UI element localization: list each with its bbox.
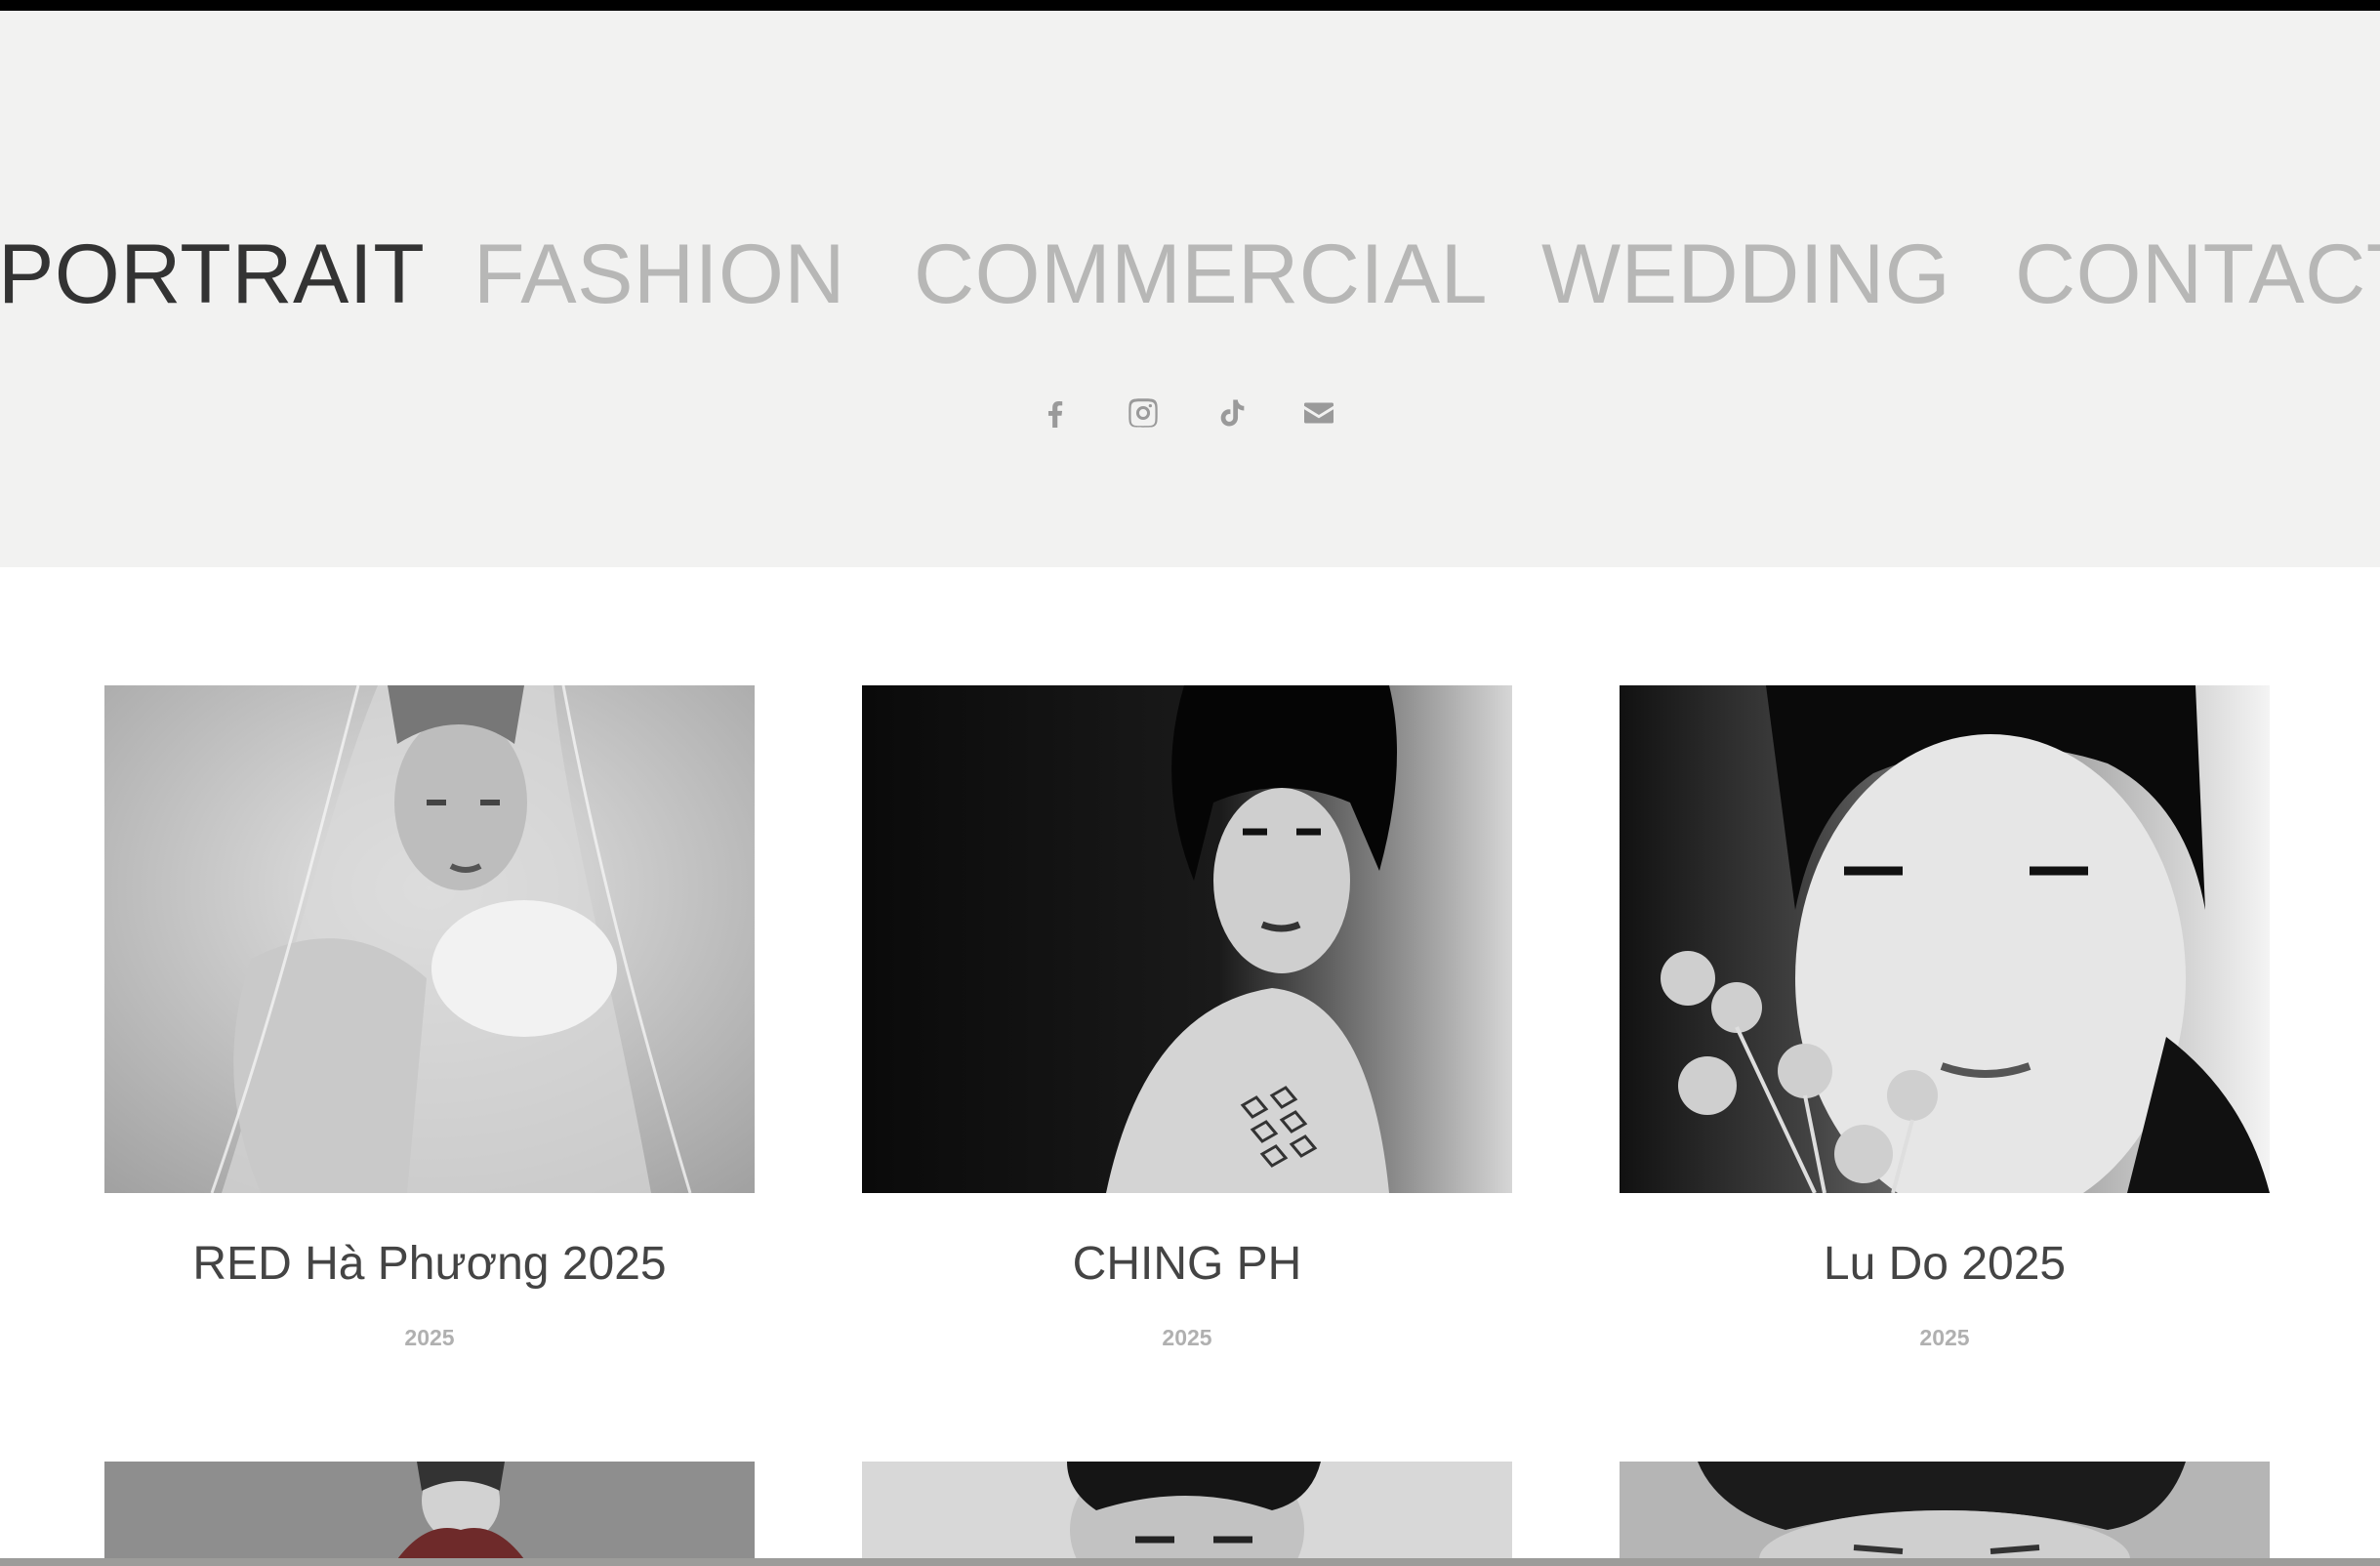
gallery-thumbnail[interactable] [862,685,1512,1193]
portrait-flowers-image [1620,685,2270,1193]
gallery-item-title[interactable]: CHING PH [803,1237,1571,1291]
gallery-item-title[interactable]: Lu Do 2025 [1561,1237,2328,1291]
mail-icon[interactable] [1299,393,1338,433]
gallery-thumbnail[interactable] [862,1462,1512,1559]
gallery-item-year: 2025 [1919,1325,1970,1350]
tiktok-icon[interactable] [1211,393,1251,433]
nav-contact[interactable]: CONTACT [2015,216,2380,333]
site-header: PORTRAIT FASHION COMMERCIAL WEDDING CONT… [0,11,2380,567]
nav-fashion[interactable]: FASHION [473,216,845,333]
nav-commercial[interactable]: COMMERCIAL [914,216,1488,333]
portrait-man-image [862,1462,1512,1559]
gallery-item-year: 2025 [1162,1325,1212,1350]
nav-portrait[interactable]: PORTRAIT [0,216,425,333]
social-links [0,393,2380,433]
portrait-bob-image [862,685,1512,1193]
gallery-thumbnail[interactable] [1620,685,2270,1193]
gallery-thumbnail[interactable] [104,1462,755,1559]
nav-wedding[interactable]: WEDDING [1541,216,1950,333]
instagram-icon[interactable] [1124,393,1163,433]
main-nav: PORTRAIT FASHION COMMERCIAL WEDDING CONT… [0,216,2380,333]
gallery-item-title[interactable]: RED Hà Phương 2025 [46,1237,813,1291]
portrait-man-looking-down-image [1620,1462,2270,1559]
portrait-veil-image [104,685,755,1193]
viewport-bottom-bar [0,1558,2380,1566]
top-border [0,0,2380,11]
gallery-item-year: 2025 [404,1325,455,1350]
portrait-bride-image [104,1462,755,1559]
gallery-thumbnail[interactable] [104,685,755,1193]
gallery-thumbnail[interactable] [1620,1462,2270,1559]
facebook-icon[interactable] [1036,393,1075,433]
